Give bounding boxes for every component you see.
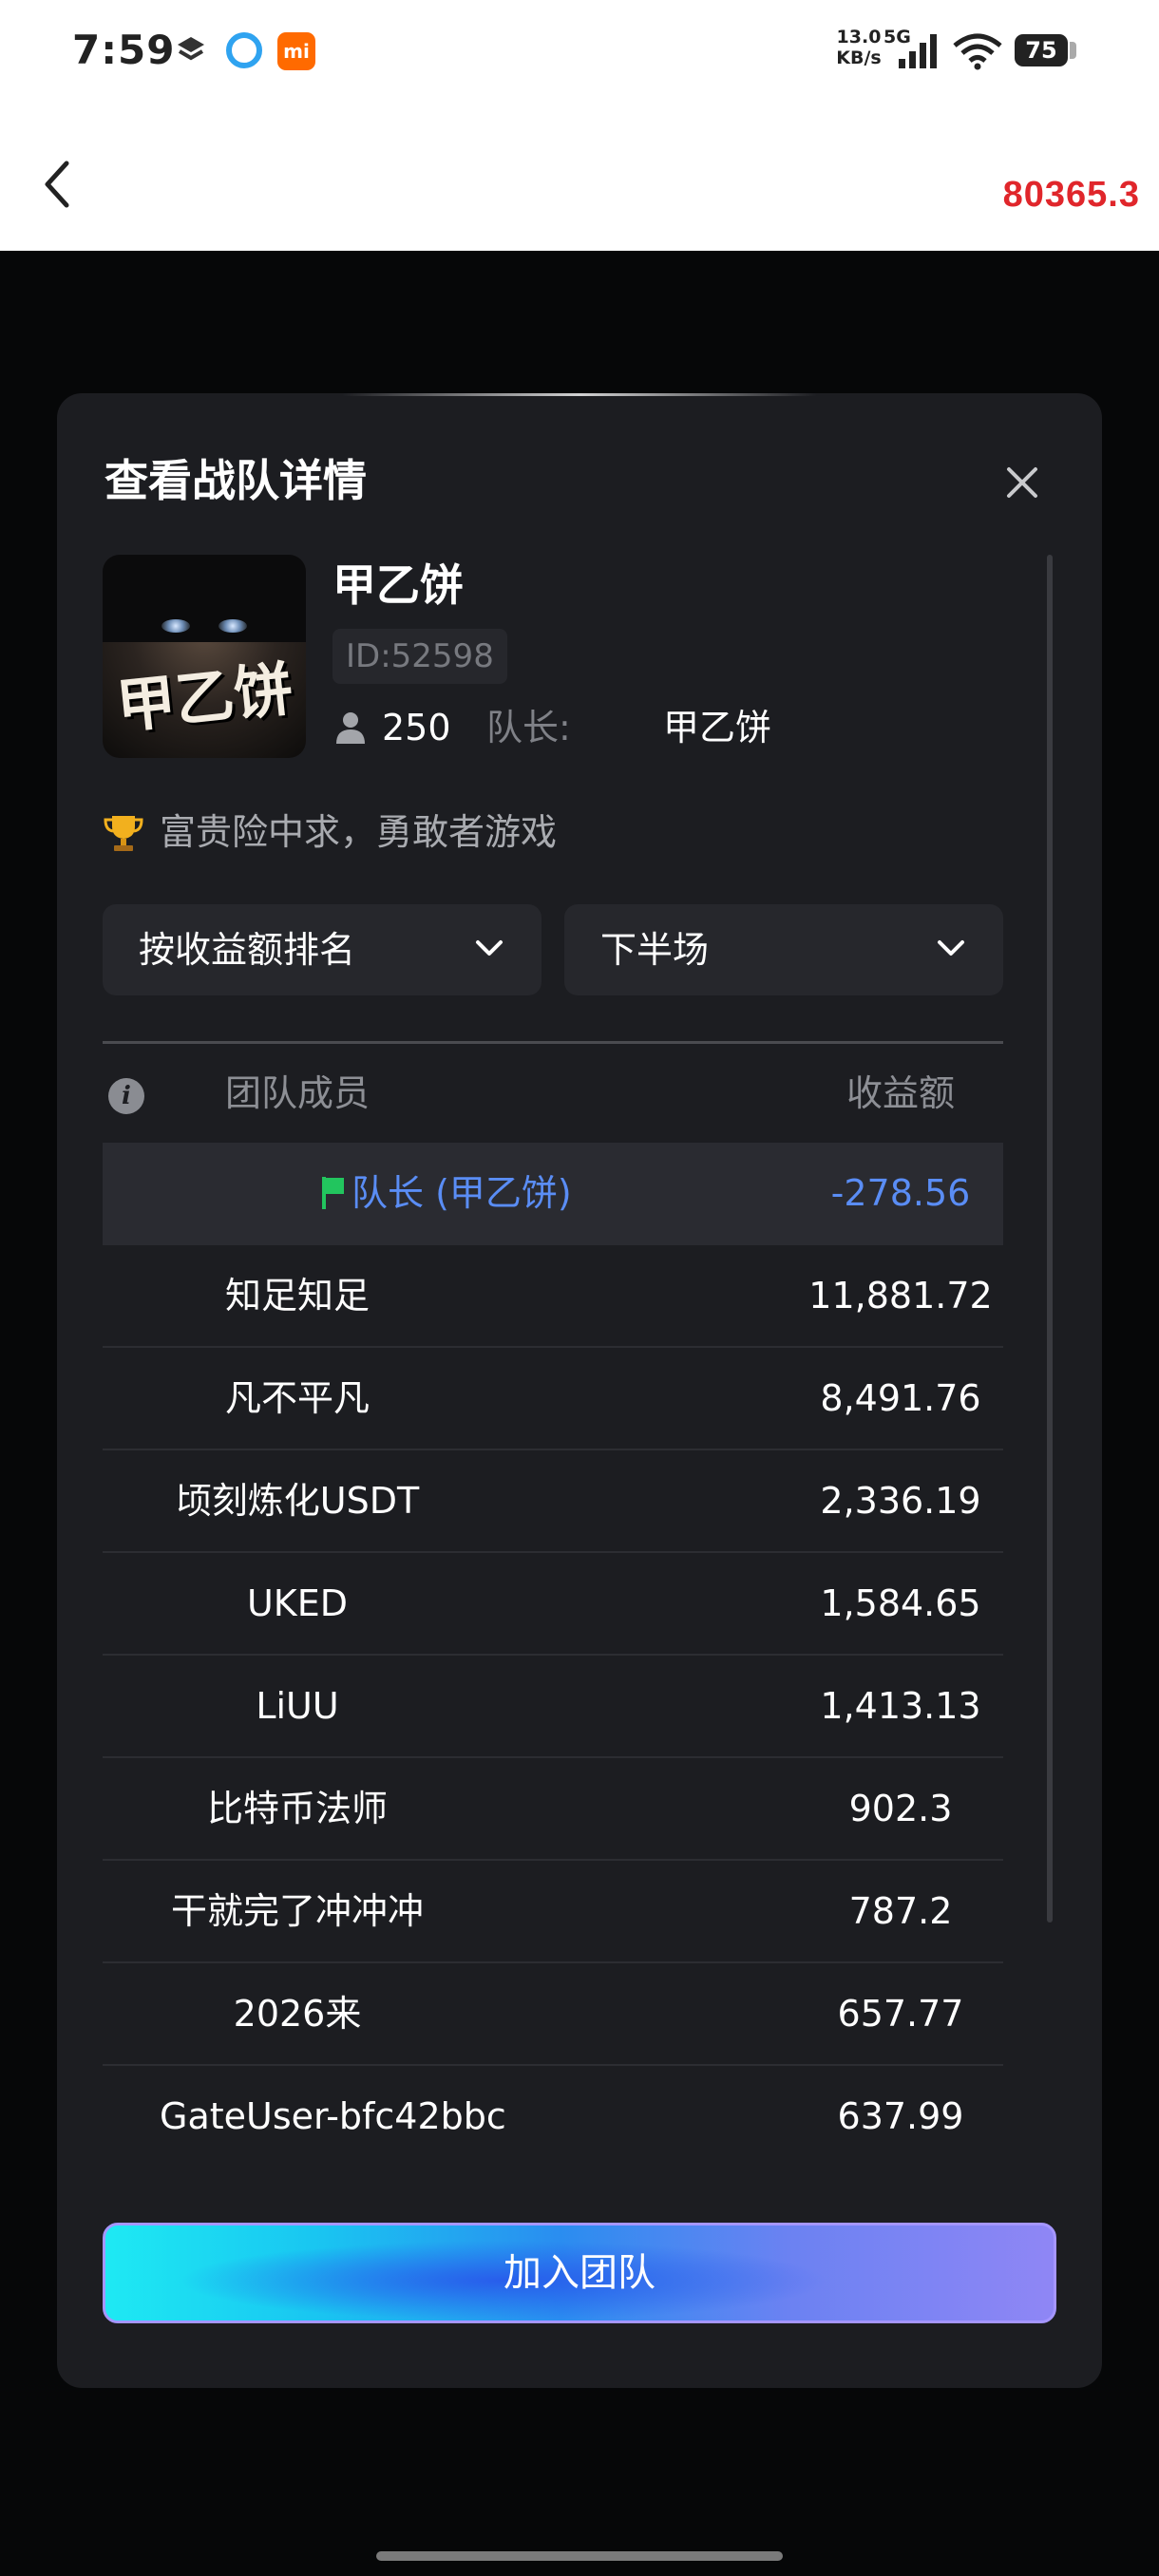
member-earnings: 1,413.13: [820, 1685, 981, 1727]
member-earnings: 11,881.72: [808, 1275, 993, 1316]
back-arrow-icon[interactable]: [38, 156, 76, 213]
status-time: 7:59: [72, 27, 176, 73]
chevron-down-icon: [476, 940, 503, 956]
period-dropdown-label: 下半场: [600, 929, 710, 971]
team-avatar: 甲乙饼: [103, 555, 306, 758]
flag-icon: [322, 1177, 344, 1209]
member-name: UKED: [246, 1582, 348, 1624]
member-name: LiUU: [256, 1685, 339, 1727]
table-row[interactable]: 知足知足 11,881.72: [103, 1245, 1003, 1348]
modal-top-glow: [342, 393, 817, 396]
column-header-earnings: 收益额: [846, 1072, 955, 1114]
battery-indicator: 75: [1015, 34, 1068, 66]
avatar-eye-left: [162, 619, 190, 633]
table-row[interactable]: 顷刻炼化USDT 2,336.19: [103, 1450, 1003, 1553]
trophy-icon: [104, 816, 143, 851]
avatar-hood: [103, 555, 306, 642]
page-header: 80365.3: [0, 103, 1159, 251]
network-speed: 13.0 KB/s: [832, 27, 885, 68]
captain-row-name: 队长 (甲乙饼): [352, 1172, 572, 1214]
avatar-logo-text: 甲乙饼: [113, 653, 296, 742]
cloud-app-icon: [226, 32, 262, 68]
member-name: 凡不平凡: [224, 1377, 370, 1419]
member-earnings: 657.77: [837, 1993, 964, 2035]
network-speed-value: 13.0: [836, 27, 882, 47]
wifi-icon: [953, 33, 1002, 70]
table-row[interactable]: 比特币法师 902.3: [103, 1758, 1003, 1861]
captain-row-value: -278.56: [830, 1172, 971, 1214]
person-icon: [336, 712, 365, 744]
avatar-eye-right: [218, 619, 247, 633]
signal-icon: [899, 34, 937, 68]
chevron-down-icon: [938, 940, 964, 956]
table-row[interactable]: LiUU 1,413.13: [103, 1656, 1003, 1758]
network-speed-unit: KB/s: [836, 47, 882, 68]
sort-dropdown[interactable]: 按收益额排名: [103, 904, 542, 995]
status-bar: 7:59 mi 13.0 KB/s 5G 75: [0, 0, 1159, 103]
modal-scrollbar[interactable]: [1047, 555, 1053, 1923]
team-name: 甲乙饼: [332, 559, 464, 611]
account-balance: 80365.3: [1002, 175, 1140, 215]
member-name: 2026来: [233, 1993, 362, 2035]
member-name: 干就完了冲冲冲: [170, 1890, 424, 1932]
sort-dropdown-label: 按收益额排名: [139, 929, 356, 971]
slogan-text: 富贵险中求，勇敢者游戏: [160, 811, 558, 853]
member-name: 知足知足: [224, 1275, 370, 1316]
member-count: 250: [382, 707, 451, 748]
table-row[interactable]: 凡不平凡 8,491.76: [103, 1348, 1003, 1450]
period-dropdown[interactable]: 下半场: [564, 904, 1003, 995]
layers-icon: [178, 37, 204, 61]
table-row[interactable]: GateUser-bfc42bbc 637.99: [103, 2066, 1003, 2169]
member-earnings: 902.3: [848, 1788, 953, 1829]
join-team-button[interactable]: 加入团队: [103, 2223, 1056, 2323]
close-icon[interactable]: [1005, 465, 1039, 500]
table-row[interactable]: 2026来 657.77: [103, 1963, 1003, 2066]
home-indicator[interactable]: [376, 2551, 783, 2561]
captain-label: 队长:: [486, 707, 571, 748]
member-name: GateUser-bfc42bbc: [160, 2095, 506, 2137]
mi-app-icon: mi: [277, 32, 315, 70]
member-name: 比特币法师: [206, 1788, 388, 1829]
top-area: 7:59 mi 13.0 KB/s 5G 75 80365.3: [0, 0, 1159, 251]
member-earnings: 787.2: [848, 1890, 953, 1932]
member-earnings: 1,584.65: [820, 1582, 981, 1624]
table-row[interactable]: 干就完了冲冲冲 787.2: [103, 1861, 1003, 1963]
team-id-badge: ID:52598: [332, 629, 507, 684]
member-earnings: 8,491.76: [820, 1377, 981, 1419]
member-earnings: 2,336.19: [820, 1480, 981, 1522]
captain-name: 甲乙饼: [663, 707, 772, 748]
member-earnings: 637.99: [837, 2095, 964, 2137]
battery-tip: [1070, 42, 1076, 59]
table-row[interactable]: UKED 1,584.65: [103, 1553, 1003, 1656]
captain-row[interactable]: 队长 (甲乙饼) -278.56: [103, 1143, 1003, 1245]
team-detail-modal: 查看战队详情 甲乙饼 甲乙饼 ID:52598 250 队长: 甲乙饼 富贵险中…: [57, 393, 1102, 2388]
column-header-member: 团队成员: [224, 1072, 370, 1114]
info-icon[interactable]: i: [108, 1078, 144, 1114]
modal-title: 查看战队详情: [104, 455, 367, 506]
table-header: i 团队成员 收益额: [103, 1044, 1003, 1143]
member-name: 顷刻炼化USDT: [175, 1480, 420, 1522]
